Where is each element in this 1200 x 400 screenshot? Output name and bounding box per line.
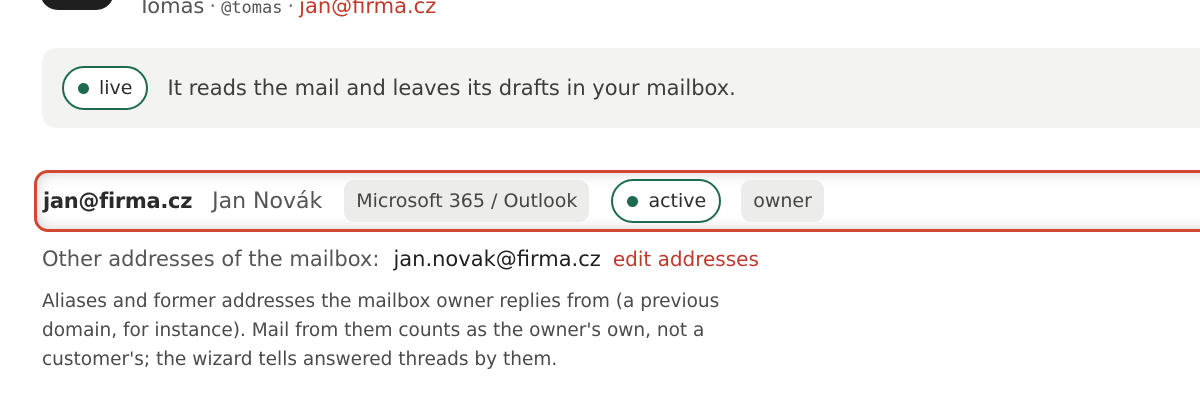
user-line: Tomas · @tomas · jan@firma.cz xyxy=(138,0,436,22)
mailbox-address: jan@firma.cz xyxy=(43,189,193,213)
status-banner: live It reads the mail and leaves its dr… xyxy=(42,48,1200,128)
other-addresses-label: Other addresses of the mailbox: xyxy=(42,247,380,271)
separator: · xyxy=(209,0,217,18)
user-handle: @tomas xyxy=(221,0,283,18)
provider-tag: Microsoft 365 / Outlook xyxy=(344,180,590,222)
role-tag: owner xyxy=(741,180,824,222)
avatar xyxy=(40,0,114,10)
other-addresses-value: jan.novak@firma.cz xyxy=(393,247,601,271)
status-dot-icon xyxy=(78,82,89,94)
status-dot-icon xyxy=(627,195,639,207)
live-label: live xyxy=(99,77,133,99)
active-status-badge: active xyxy=(611,179,722,223)
mailbox-owner-name: Jan Novák xyxy=(212,188,323,214)
user-email: jan@firma.cz xyxy=(299,0,437,18)
edit-addresses-link[interactable]: edit addresses xyxy=(613,247,759,271)
other-addresses: Other addresses of the mailbox: jan.novak… xyxy=(42,244,759,274)
status-description: It reads the mail and leaves its drafts … xyxy=(167,76,736,100)
separator: · xyxy=(287,0,295,18)
user-name: Tomas xyxy=(138,0,205,18)
active-label: active xyxy=(648,190,707,212)
live-status-badge: live xyxy=(62,66,148,110)
help-text: Aliases and former addresses the mailbox… xyxy=(42,291,720,370)
mailbox-row[interactable]: jan@firma.cz Jan Novák Microsoft 365 / O… xyxy=(34,170,1200,232)
page: Tomas · @tomas · jan@firma.cz live It reads … xyxy=(0,0,1200,400)
